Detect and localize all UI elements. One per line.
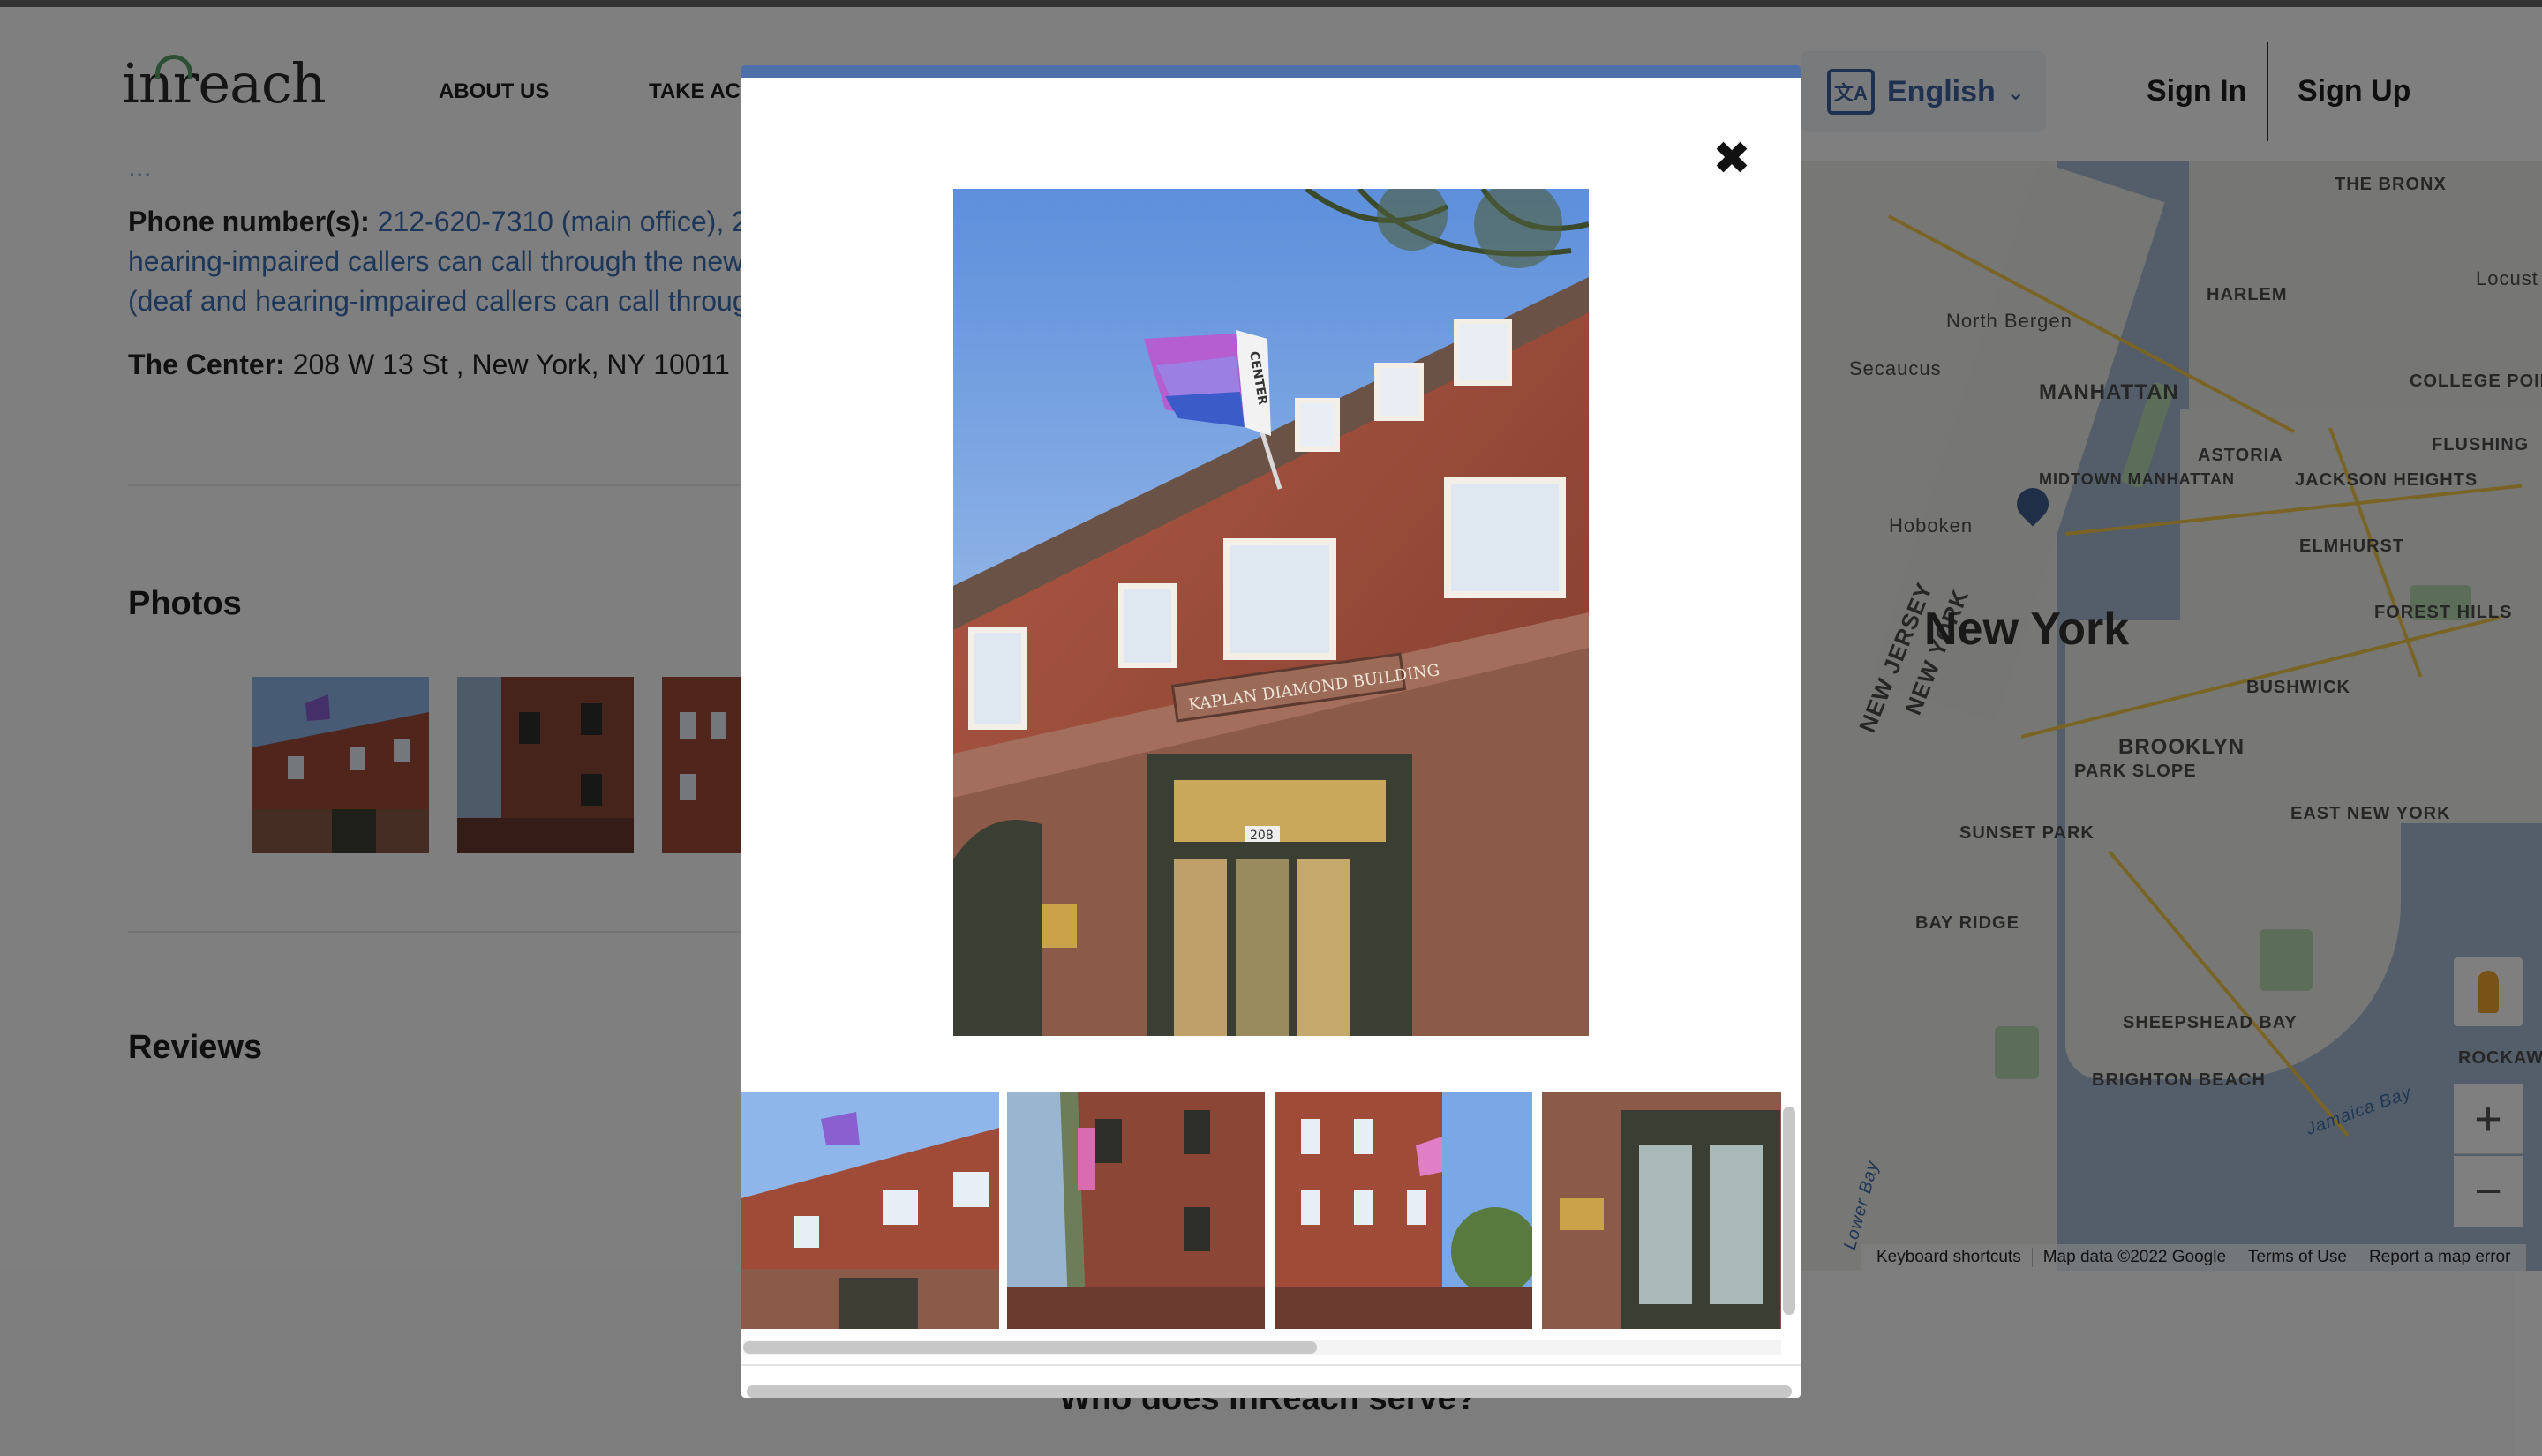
modal-horizontal-scrollbar[interactable] (747, 1385, 1792, 1398)
thumbnail-4[interactable] (1542, 1092, 1781, 1329)
thumbnail-horizontal-scrollbar[interactable] (743, 1341, 1317, 1354)
thumbnail-vertical-scrollbar[interactable] (1783, 1107, 1795, 1315)
photo-modal: ✖ KAPLAN DIAMOND BUILDING 208 CENTER (741, 65, 1801, 1398)
thumbnail-strip[interactable] (741, 1092, 1781, 1331)
modal-divider (741, 1364, 1801, 1366)
thumbnail-1[interactable] (741, 1092, 999, 1329)
thumbnail-2[interactable] (1007, 1092, 1265, 1329)
door-number-text: 208 (1250, 829, 1274, 843)
close-icon[interactable]: ✖ (1709, 136, 1755, 182)
thumbnail-3[interactable] (1275, 1092, 1532, 1329)
main-photo: KAPLAN DIAMOND BUILDING 208 CENTER (953, 189, 1589, 1036)
